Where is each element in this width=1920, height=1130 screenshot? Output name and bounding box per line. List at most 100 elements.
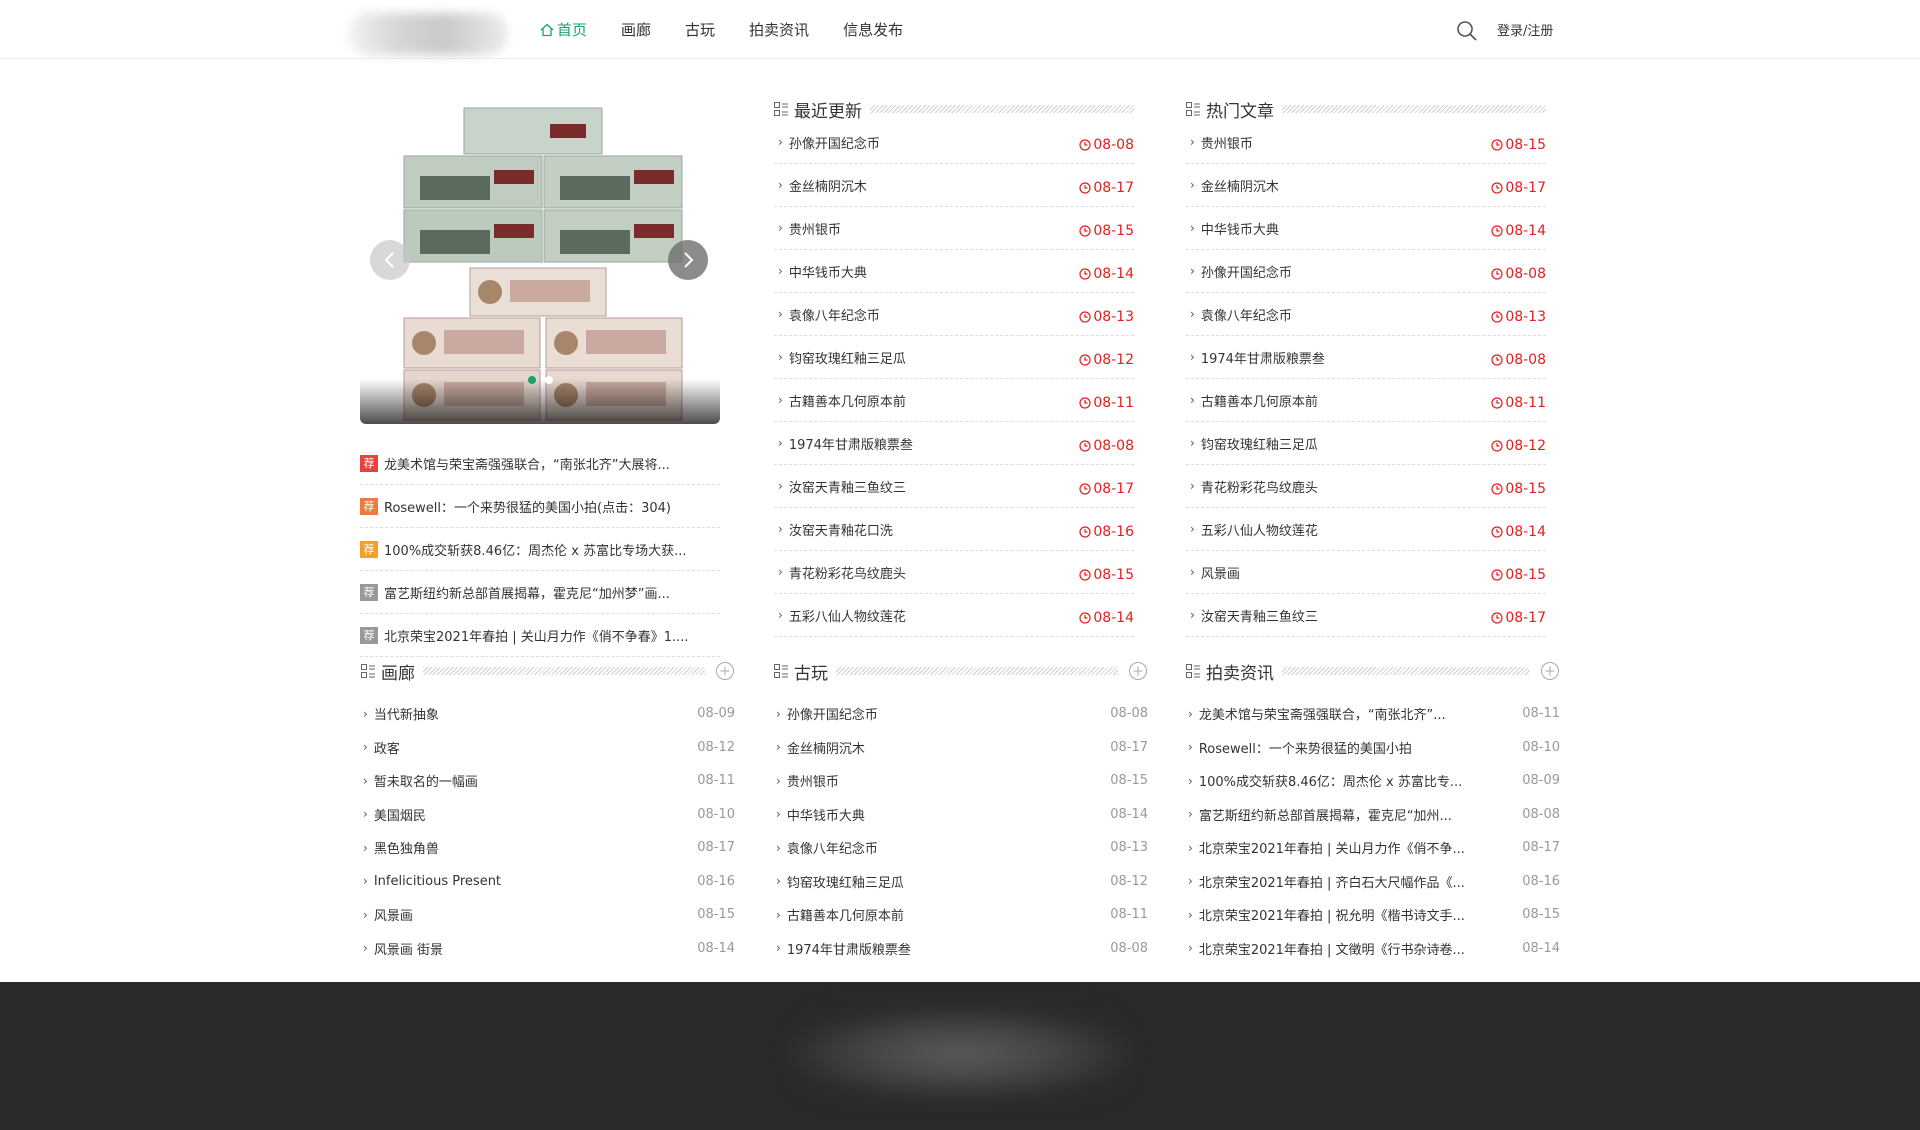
item-date: 08-14	[1522, 940, 1560, 956]
list-item[interactable]: 中华钱币大典 08-14	[774, 250, 1134, 293]
list-item[interactable]: 中华钱币大典 08-14	[1186, 207, 1546, 250]
list-item[interactable]: 汝窑天青釉花口洗 08-16	[774, 508, 1134, 551]
list-item-label: 中华钱币大典	[1200, 222, 1279, 238]
list-item[interactable]: 贵州银币 08-15	[1186, 121, 1546, 164]
list-item[interactable]: 暂未取名的一幅画 08-11	[361, 764, 735, 798]
date-text: 08-13	[1093, 309, 1134, 325]
list-item[interactable]: 荐 Rosewell：一个来势很猛的美国小拍(点击：304)	[360, 485, 720, 528]
nav-item-gallery[interactable]: 画廊	[621, 19, 651, 40]
list-item[interactable]: 北京荣宝2021年春拍 | 关山月力作《俏不争... 08-17	[1186, 831, 1560, 865]
list-item-label: 中华钱币大典	[788, 265, 867, 281]
list-item[interactable]: 美国烟民 08-10	[361, 798, 735, 832]
list-item[interactable]: 孙像开国纪念币 08-08	[774, 697, 1148, 731]
item-date: 08-12	[697, 739, 735, 755]
list-item[interactable]: 1974年甘肃版粮票叁 08-08	[1186, 336, 1546, 379]
list-item[interactable]: 五彩八仙人物纹莲花 08-14	[774, 594, 1134, 637]
search-icon[interactable]	[1456, 20, 1478, 42]
list-item-text: 中华钱币大典	[774, 262, 867, 281]
list-item-text: 古籍善本几何原本前	[1186, 391, 1318, 410]
date-text: 08-14	[1093, 610, 1134, 626]
list-item[interactable]: 汝窑天青釉三鱼纹三 08-17	[1186, 594, 1546, 637]
list-item[interactable]: 钧窑玫瑰红釉三足瓜 08-12	[774, 865, 1148, 899]
list-item-label: 五彩八仙人物纹莲花	[788, 609, 906, 625]
recommend-tag: 荐	[360, 626, 378, 644]
carousel-prev-button[interactable]	[370, 240, 410, 280]
list-item[interactable]: 古籍善本几何原本前 08-11	[1186, 379, 1546, 422]
carousel-dot[interactable]	[528, 376, 536, 384]
list-item[interactable]: 孙像开国纪念币 08-08	[1186, 250, 1546, 293]
nav-label: 拍卖资讯	[749, 21, 810, 39]
clock-icon	[1079, 612, 1091, 624]
item-date: 08-17	[1491, 180, 1546, 196]
list-item-label: 金丝楠阴沉木	[788, 179, 867, 195]
item-date: 08-13	[1079, 309, 1134, 325]
list-item[interactable]: 钧窑玫瑰红釉三足瓜 08-12	[774, 336, 1134, 379]
list-item[interactable]: 青花粉彩花鸟纹鹿头 08-15	[1186, 465, 1546, 508]
list-item[interactable]: 钧窑玫瑰红釉三足瓜 08-12	[1186, 422, 1546, 465]
list-item[interactable]: 中华钱币大典 08-14	[774, 798, 1148, 832]
nav-item-publish[interactable]: 信息发布	[843, 19, 903, 40]
date-text: 08-08	[1093, 137, 1134, 153]
carousel-dot[interactable]	[545, 376, 553, 384]
list-item[interactable]: 100%成交斩获8.46亿：周杰伦 x 苏富比专... 08-09	[1186, 764, 1560, 798]
list-item[interactable]: 荐 100%成交斩获8.46亿：周杰伦 x 苏富比专场大获...	[360, 528, 720, 571]
list-item[interactable]: Rosewell：一个来势很猛的美国小拍 08-10	[1186, 731, 1560, 765]
list-item-text: 金丝楠阴沉木	[774, 738, 865, 757]
list-item[interactable]: 1974年甘肃版粮票叁 08-08	[774, 422, 1134, 465]
list-item[interactable]: 荐龙美术馆与荣宝斋强强联合，“南张北齐”大展将...	[360, 442, 720, 485]
list-item[interactable]: 金丝楠阴沉木 08-17	[774, 164, 1134, 207]
list-item[interactable]: 北京荣宝2021年春拍 | 齐白石大尺幅作品《... 08-16	[1186, 865, 1560, 899]
list-item[interactable]: 北京荣宝2021年春拍 | 祝允明《楷书诗文手... 08-15	[1186, 898, 1560, 932]
list-item[interactable]: 1974年甘肃版粮票叁 08-08	[774, 932, 1148, 966]
list-icon	[774, 664, 788, 678]
list-item-label: 北京荣宝2021年春拍 | 祝允明《楷书诗文手...	[1198, 909, 1465, 925]
list-item[interactable]: 汝窑天青釉三鱼纹三 08-17	[774, 465, 1134, 508]
login-register-link[interactable]: 登录/注册	[1497, 20, 1553, 39]
list-item-label: 孙像开国纪念币	[1200, 265, 1292, 281]
list-item[interactable]: 黑色独角兽 08-17	[361, 831, 735, 865]
date-text: 08-14	[1093, 266, 1134, 282]
list-item[interactable]: 风景画 08-15	[1186, 551, 1546, 594]
list-item[interactable]: 袁像八年纪念币 08-13	[774, 293, 1134, 336]
list-item[interactable]: 政客 08-12	[361, 731, 735, 765]
section-title: 画廊	[381, 663, 415, 684]
list-item[interactable]: 北京荣宝2021年春拍 | 文徵明《行书杂诗卷... 08-14	[1186, 932, 1560, 966]
list-item[interactable]: 古籍善本几何原本前 08-11	[774, 898, 1148, 932]
list-item-label: 贵州银币	[788, 222, 841, 238]
image-carousel[interactable]	[360, 100, 720, 424]
list-item-text: 风景画	[1186, 563, 1240, 582]
list-item[interactable]: 古籍善本几何原本前 08-11	[774, 379, 1134, 422]
list-item[interactable]: 金丝楠阴沉木 08-17	[774, 731, 1148, 765]
plus-circle-icon[interactable]	[1540, 661, 1560, 681]
list-item[interactable]: 贵州银币 08-15	[774, 764, 1148, 798]
list-item[interactable]: 龙美术馆与荣宝斋强强联合，“南张北齐”... 08-11	[1186, 697, 1560, 731]
antique-list: 孙像开国纪念币 08-08 金丝楠阴沉木 08-17 贵州银币 08-15 中华钱币大典 08…	[774, 697, 1148, 965]
list-item[interactable]: 袁像八年纪念币 08-13	[774, 831, 1148, 865]
item-date: 08-17	[1079, 180, 1134, 196]
list-item[interactable]: 青花粉彩花鸟纹鹿头 08-15	[774, 551, 1134, 594]
carousel-next-button[interactable]	[668, 240, 708, 280]
item-date: 08-11	[1491, 395, 1546, 411]
list-item[interactable]: 金丝楠阴沉木 08-17	[1186, 164, 1546, 207]
list-item-text: 五彩八仙人物纹莲花	[774, 606, 906, 625]
list-item[interactable]: 荐富艺斯纽约新总部首展揭幕，霍克尼“加州梦”画...	[360, 571, 720, 614]
list-item[interactable]: 富艺斯纽约新总部首展揭幕，霍克尼“加州... 08-08	[1186, 798, 1560, 832]
nav-item-home[interactable]: 首页	[540, 19, 587, 40]
list-item[interactable]: 风景画 08-15	[361, 898, 735, 932]
list-item[interactable]: 孙像开国纪念币 08-08	[774, 121, 1134, 164]
list-item-label: 汝窑天青釉花口洗	[788, 523, 893, 539]
list-item[interactable]: 风景画 街景 08-14	[361, 932, 735, 966]
list-item[interactable]: 贵州银币 08-15	[774, 207, 1134, 250]
list-item[interactable]: 荐北京荣宝2021年春拍 | 关山月力作《俏不争春》1....	[360, 614, 720, 657]
header-stripe	[1282, 667, 1530, 675]
list-item[interactable]: Infelicitious Present 08-16	[361, 865, 735, 899]
nav-item-auction-news[interactable]: 拍卖资讯	[749, 19, 809, 40]
plus-circle-icon[interactable]	[715, 661, 735, 681]
plus-circle-icon[interactable]	[1128, 661, 1148, 681]
list-item[interactable]: 当代新抽象 08-09	[361, 697, 735, 731]
list-item[interactable]: 袁像八年纪念币 08-13	[1186, 293, 1546, 336]
nav-item-antique[interactable]: 古玩	[685, 19, 715, 40]
list-item[interactable]: 五彩八仙人物纹莲花 08-14	[1186, 508, 1546, 551]
site-logo[interactable]	[348, 13, 508, 55]
clock-icon	[1079, 526, 1091, 538]
